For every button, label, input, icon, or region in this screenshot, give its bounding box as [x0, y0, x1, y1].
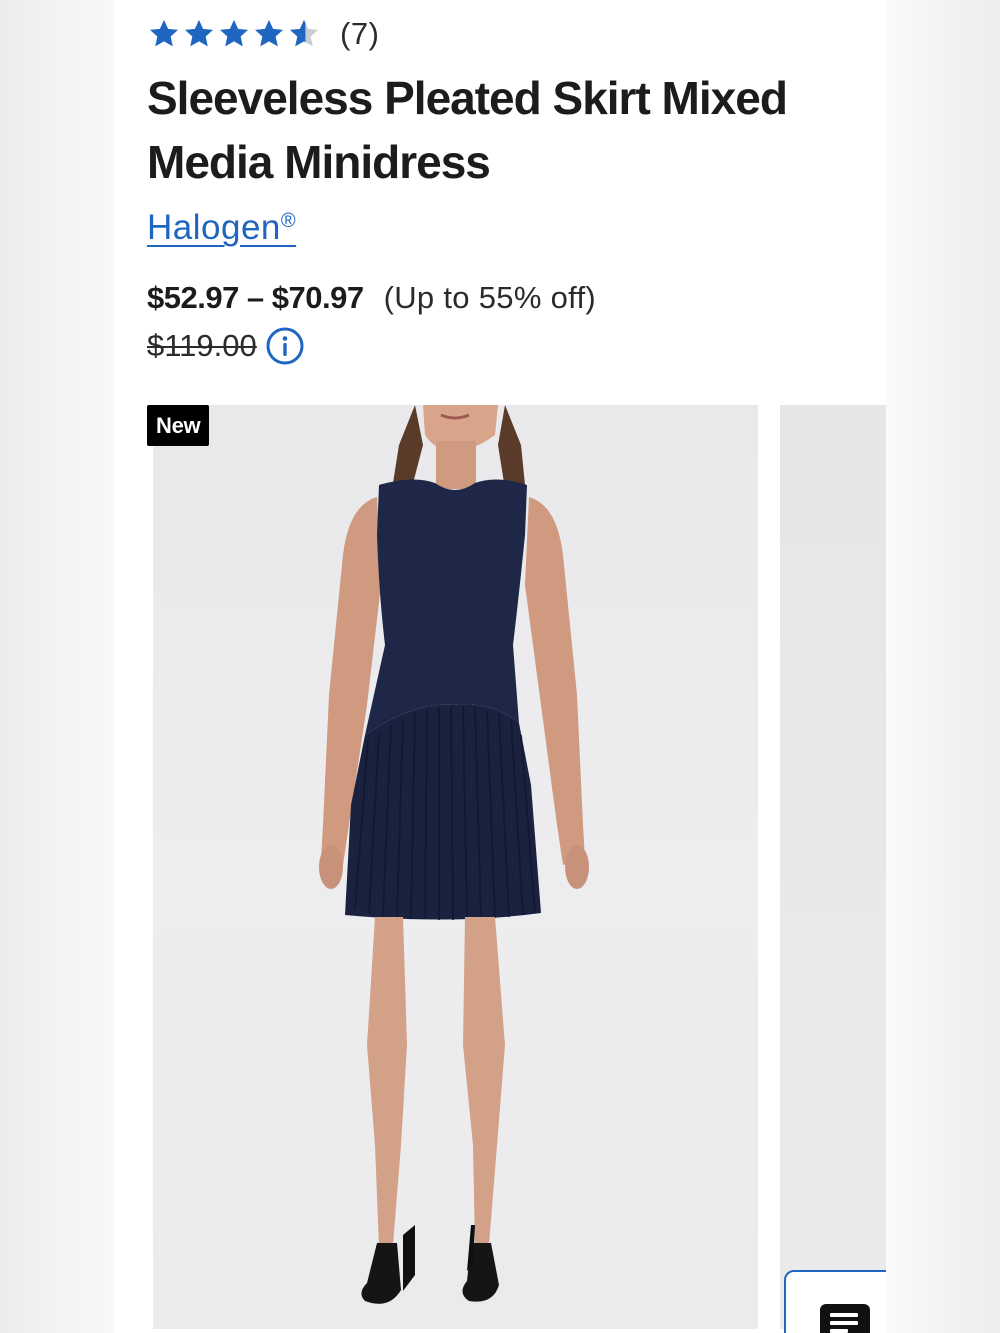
star-half-icon — [289, 19, 319, 47]
backdrop-left — [0, 0, 114, 1333]
product-header: (7) Sleeveless Pleated Skirt Mixed Media… — [147, 14, 867, 366]
rating-stars — [147, 17, 322, 51]
discount-text: (Up to 55% off) — [383, 280, 597, 315]
star-icon — [149, 19, 179, 47]
brand-name: Halogen — [147, 208, 281, 247]
sale-price-range: $52.97 – $70.97 — [147, 280, 364, 315]
product-image-next[interactable] — [780, 405, 886, 1329]
product-image-main[interactable] — [153, 405, 758, 1329]
new-badge: New — [147, 405, 210, 446]
original-price-row: $119.00 — [147, 326, 867, 366]
product-page: (7) Sleeveless Pleated Skirt Mixed Media… — [114, 0, 886, 1333]
registered-mark: ® — [280, 210, 297, 232]
chat-icon[interactable] — [820, 1304, 870, 1333]
info-circle-icon[interactable] — [265, 326, 305, 366]
star-icon — [219, 19, 249, 47]
rating-count[interactable]: (7) — [340, 16, 379, 52]
product-title: Sleeveless Pleated Skirt Mixed Media Min… — [147, 72, 788, 188]
original-price: $119.00 — [147, 328, 257, 363]
price-row: $52.97 – $70.97 (Up to 55% off) — [147, 280, 867, 316]
brand-link[interactable]: Halogen® — [147, 208, 296, 248]
product-image-gallery[interactable]: New — [114, 405, 886, 1333]
star-icon — [184, 19, 214, 47]
backdrop-right — [886, 0, 1000, 1333]
model-illustration — [319, 405, 589, 1304]
product-rating[interactable]: (7) — [147, 14, 867, 54]
chat-widget[interactable] — [784, 1270, 886, 1333]
star-icon — [254, 19, 284, 47]
